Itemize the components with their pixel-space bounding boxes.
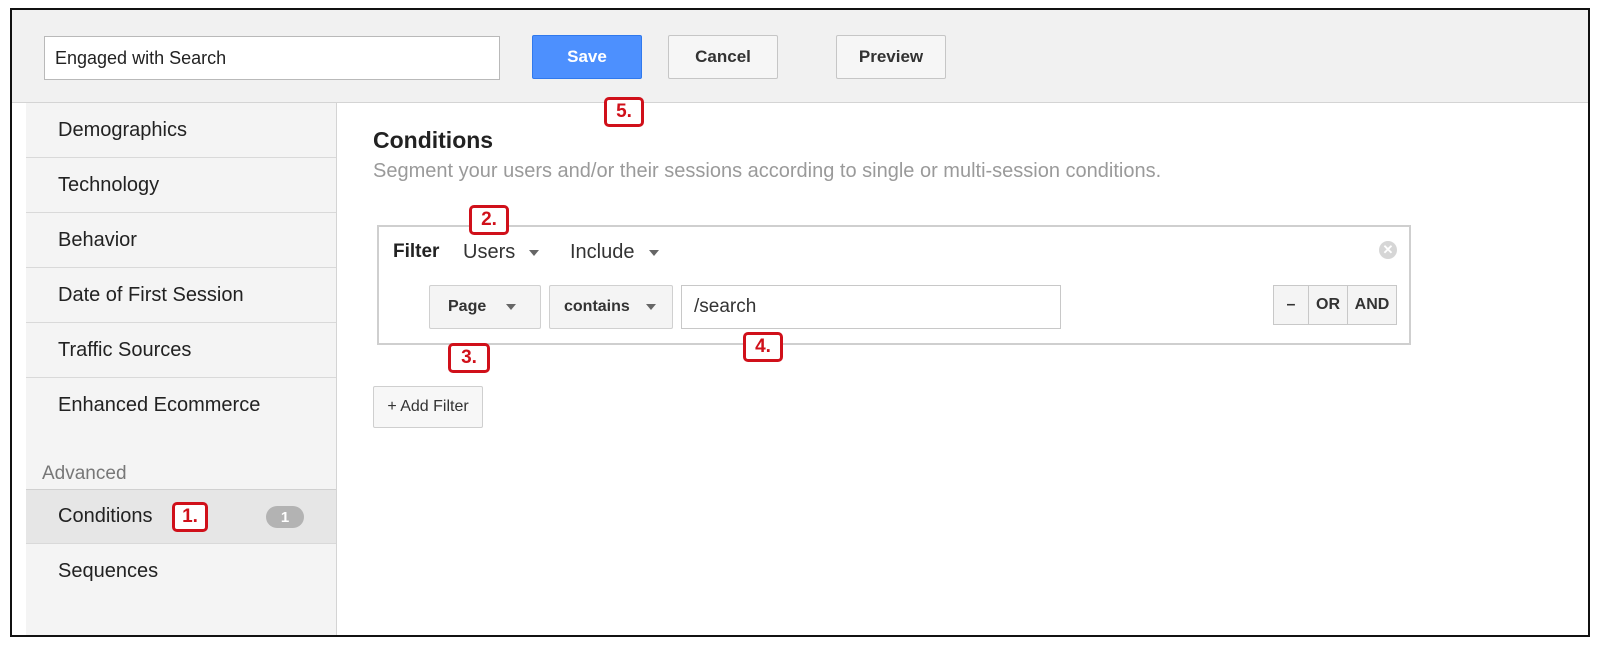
step-annotation-3: 3. [448, 343, 490, 373]
sidebar-item-demographics[interactable]: Demographics [26, 103, 336, 158]
dimension-select-value: Page [448, 298, 487, 315]
logic-button-group: – OR AND [1273, 285, 1397, 325]
sidebar-item-enhanced-ecommerce[interactable]: Enhanced Ecommerce [26, 378, 336, 433]
sidebar-item-label: Behavior [58, 228, 137, 251]
chevron-down-icon [645, 304, 656, 310]
page-title: Conditions [373, 127, 494, 153]
chevron-down-icon [648, 249, 659, 256]
scope-dropdown[interactable]: Users [463, 241, 540, 264]
step-annotation-5: 5. [604, 97, 644, 127]
sidebar-item-label: Demographics [58, 118, 187, 141]
page-subtitle: Segment your users and/or their sessions… [373, 160, 1162, 182]
step-annotation-2: 2. [469, 205, 509, 235]
app-frame: Save Cancel Preview Demographics Technol… [10, 8, 1590, 637]
sidebar-item-technology[interactable]: Technology [26, 158, 336, 213]
sidebar-item-label: Technology [58, 173, 160, 196]
remove-condition-button[interactable]: – [1274, 286, 1309, 324]
sidebar: Demographics Technology Behavior Date of… [26, 103, 337, 635]
sidebar-item-label: Enhanced Ecommerce [58, 394, 261, 416]
filter-label: Filter [393, 241, 440, 262]
remove-filter-icon[interactable]: ✕ [1379, 241, 1397, 259]
scope-dropdown-value: Users [463, 241, 516, 263]
sidebar-item-date-of-first-session[interactable]: Date of First Session [26, 268, 336, 323]
filter-panel: Filter Users Include ✕ Page contains – [377, 225, 1411, 345]
sidebar-item-behavior[interactable]: Behavior [26, 213, 336, 268]
sidebar-item-label: Traffic Sources [58, 338, 192, 361]
dimension-select[interactable]: Page [429, 285, 541, 329]
save-button[interactable]: Save [532, 35, 642, 79]
preview-button[interactable]: Preview [836, 35, 946, 79]
chevron-down-icon [506, 304, 517, 310]
step-annotation-1: 1. [172, 502, 208, 532]
segment-toolbar: Save Cancel Preview [12, 10, 1588, 103]
sidebar-item-sequences[interactable]: Sequences [26, 544, 336, 599]
include-dropdown[interactable]: Include [570, 241, 659, 264]
sidebar-item-label: Sequences [58, 560, 159, 582]
operator-select-value: contains [564, 298, 630, 315]
chevron-down-icon [529, 249, 540, 256]
sidebar-item-label: Conditions [58, 505, 153, 527]
main-content: Conditions Segment your users and/or the… [337, 103, 1588, 635]
filter-value-input[interactable] [681, 285, 1061, 329]
add-filter-button[interactable]: + Add Filter [373, 386, 483, 428]
sidebar-section-advanced: Advanced [42, 463, 127, 484]
and-button[interactable]: AND [1348, 286, 1396, 324]
condition-count-badge: 1 [266, 506, 304, 528]
segment-name-input[interactable] [44, 36, 500, 80]
step-annotation-4: 4. [743, 332, 783, 362]
sidebar-item-label: Date of First Session [58, 283, 244, 306]
operator-select[interactable]: contains [549, 285, 673, 329]
include-dropdown-value: Include [570, 241, 635, 263]
or-button[interactable]: OR [1309, 286, 1348, 324]
sidebar-item-traffic-sources[interactable]: Traffic Sources [26, 323, 336, 378]
cancel-button[interactable]: Cancel [668, 35, 778, 79]
